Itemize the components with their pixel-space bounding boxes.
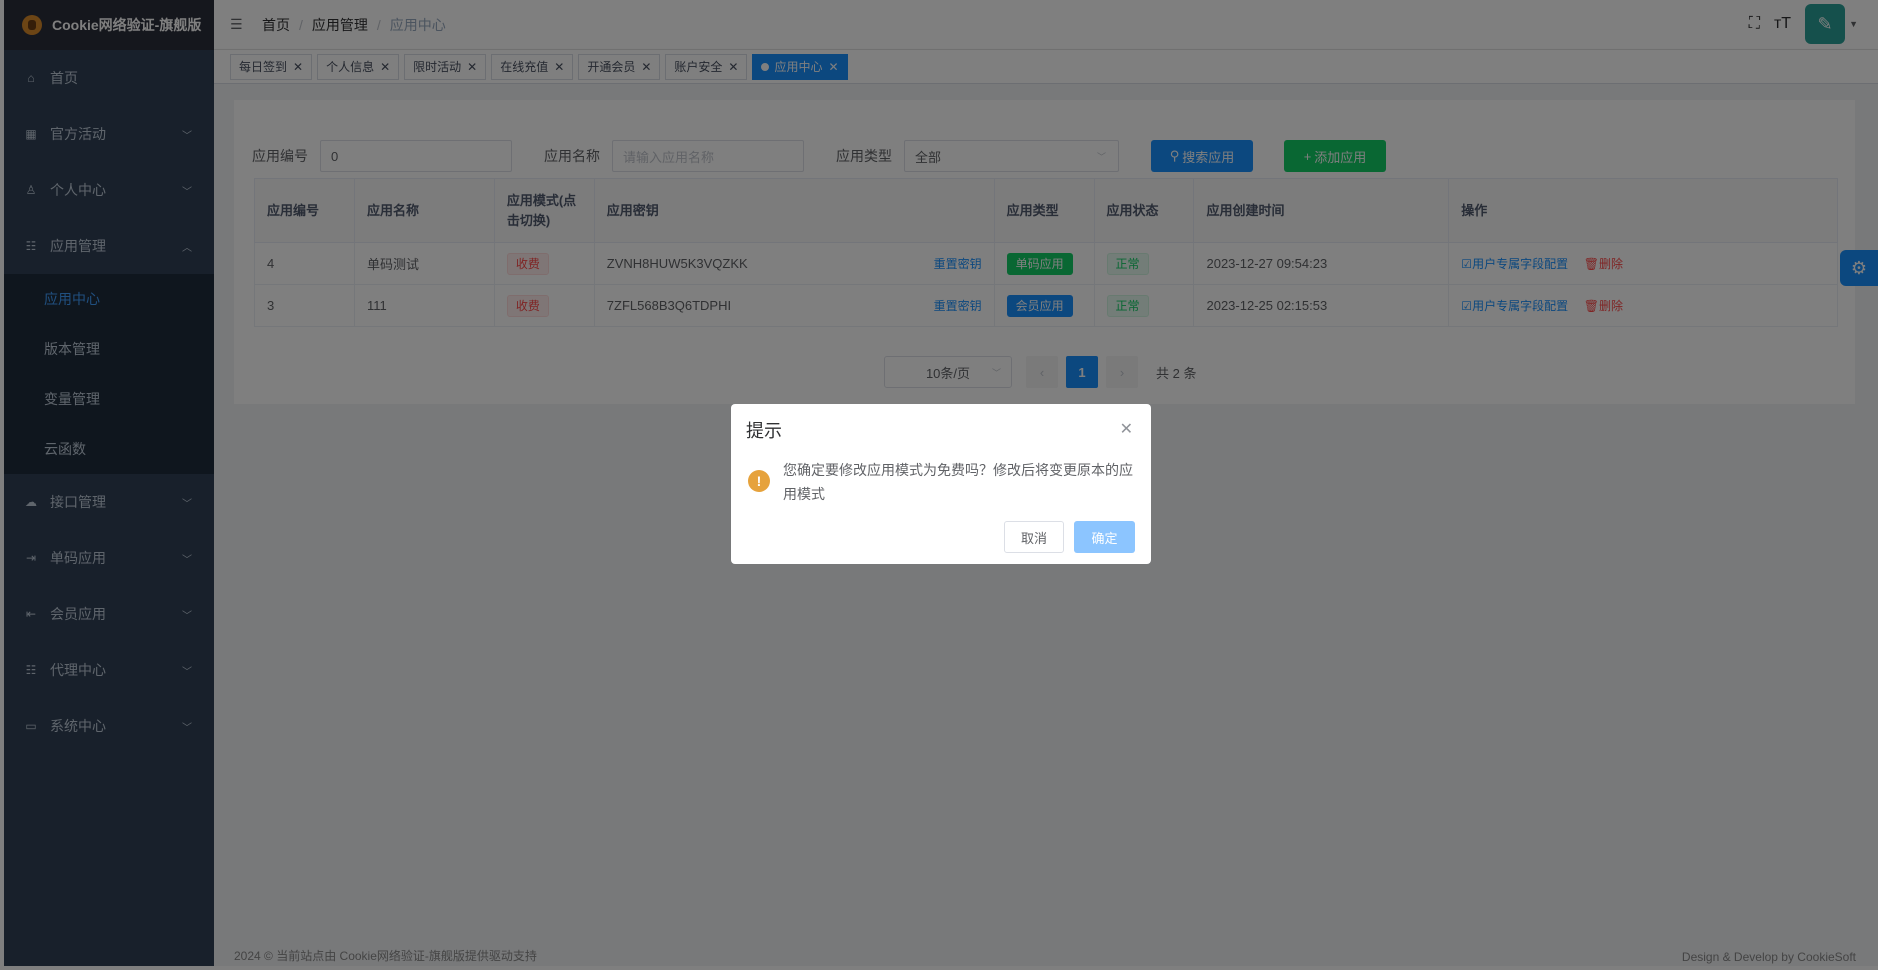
confirm-button[interactable]: 确定 bbox=[1074, 521, 1135, 553]
close-icon[interactable]: ✕ bbox=[1120, 419, 1133, 439]
dialog-message: 您确定要修改应用模式为免费吗？修改后将变更原本的应用模式 bbox=[783, 462, 1133, 502]
warning-icon: ! bbox=[748, 470, 770, 492]
dialog-title: 提示 bbox=[746, 421, 782, 441]
confirm-dialog: 提示 ✕ ! 您确定要修改应用模式为免费吗？修改后将变更原本的应用模式 取消 确… bbox=[731, 404, 1151, 564]
cancel-button[interactable]: 取消 bbox=[1004, 521, 1064, 553]
